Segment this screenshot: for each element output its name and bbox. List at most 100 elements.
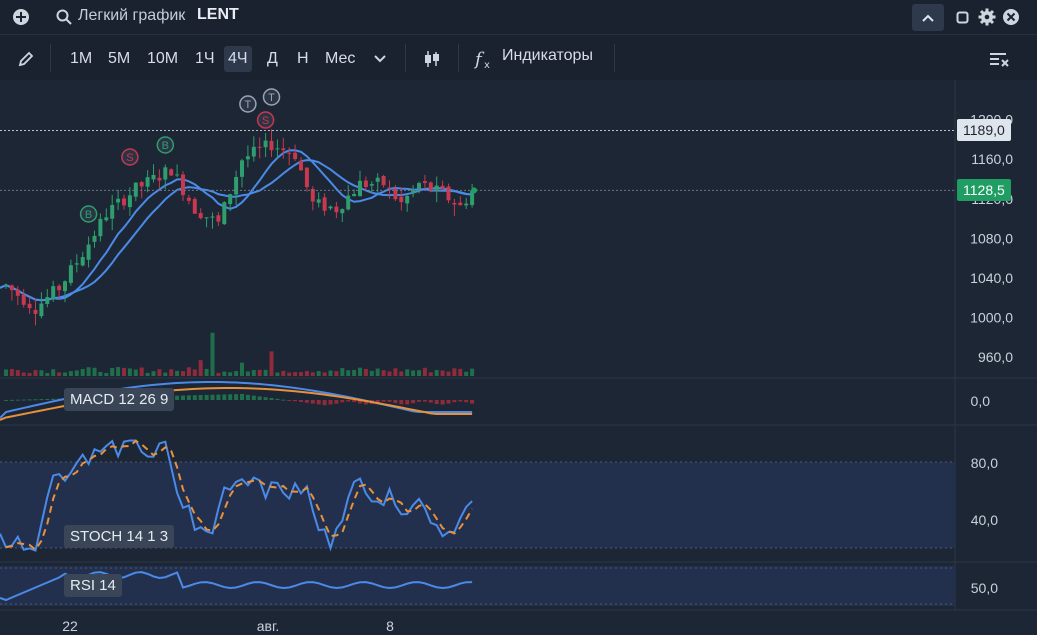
- volume-bar: [210, 332, 215, 376]
- candlestick-icon[interactable]: [420, 47, 444, 71]
- macd-histogram-bar: [322, 400, 327, 406]
- search-icon[interactable]: [54, 6, 74, 28]
- candle-body: [428, 182, 433, 191]
- toolbar-divider: [458, 44, 459, 72]
- timeframe-week[interactable]: Н: [293, 46, 313, 72]
- volume-bar: [74, 370, 79, 376]
- macd-axis-label: 0,0: [971, 393, 991, 409]
- gear-icon[interactable]: [976, 6, 998, 28]
- volume-bar: [204, 368, 209, 376]
- volume-bar: [458, 368, 463, 376]
- timeframe-month[interactable]: Мес: [321, 46, 359, 72]
- volume-bar: [116, 367, 121, 376]
- macd-histogram-bar: [310, 400, 315, 404]
- macd-histogram-bar: [405, 400, 410, 405]
- candle-body: [228, 194, 233, 205]
- volume-bar: [27, 372, 32, 376]
- search-input[interactable]: Легкий график: [78, 7, 185, 25]
- timeframe-1h[interactable]: 1Ч: [191, 46, 219, 72]
- volume-bar: [369, 370, 374, 376]
- candle-body: [399, 196, 404, 203]
- macd-histogram-bar: [299, 400, 303, 402]
- macd-histogram-bar: [334, 400, 339, 404]
- timeframe-day[interactable]: Д: [263, 46, 282, 72]
- candle-body: [257, 146, 262, 148]
- last-price-dot: [471, 187, 478, 194]
- macd-histogram-bar: [352, 400, 357, 403]
- volume-bar: [393, 368, 398, 376]
- macd-histogram-bar: [428, 400, 433, 403]
- timeframe-10m[interactable]: 10М: [143, 46, 182, 72]
- volume-bar: [192, 369, 197, 376]
- macd-histogram-bar: [464, 400, 469, 403]
- candle-body: [316, 199, 321, 203]
- volume-bar: [381, 370, 386, 376]
- clear-drawings-icon[interactable]: [986, 47, 1012, 71]
- time-axis-label: авг.: [257, 618, 280, 634]
- close-icon[interactable]: [1000, 6, 1022, 28]
- macd-histogram-bar: [269, 398, 274, 400]
- macd-histogram-bar: [440, 400, 445, 405]
- macd-histogram-bar: [434, 400, 439, 405]
- volume-bar: [434, 370, 439, 376]
- candle-body: [92, 235, 97, 242]
- price-chart[interactable]: SBBTTS 1200,01160,01120,01080,01040,0100…: [0, 80, 1037, 635]
- indicators-button[interactable]: Индикаторы: [502, 47, 593, 65]
- candle-body: [275, 148, 280, 150]
- macd-histogram-bar: [186, 395, 191, 400]
- candle-body: [358, 180, 362, 197]
- volume-bar: [470, 368, 475, 376]
- candle-body: [352, 193, 357, 197]
- volume-bar: [228, 372, 233, 376]
- stoch-axis-label: 80,0: [971, 455, 998, 471]
- macd-histogram-bar: [458, 400, 463, 402]
- candle-body: [299, 160, 303, 171]
- timeframe-4h[interactable]: 4Ч: [224, 46, 252, 72]
- volume-bar: [151, 371, 156, 376]
- candle-body: [151, 174, 156, 180]
- signal-label: S: [262, 115, 269, 127]
- toolbar-divider: [50, 44, 51, 72]
- collapse-button[interactable]: [912, 4, 944, 31]
- candle-body: [51, 286, 56, 300]
- candle-body: [375, 177, 380, 182]
- volume-bar: [181, 371, 185, 376]
- volume-bar: [399, 371, 404, 376]
- macd-histogram-bar: [304, 400, 309, 403]
- volume-bar: [363, 368, 368, 376]
- pencil-icon[interactable]: [14, 47, 38, 71]
- volume-bar: [234, 371, 239, 376]
- candle-body: [287, 152, 292, 154]
- volume-bar: [92, 367, 97, 376]
- macd-histogram-bar: [287, 400, 292, 401]
- candle-body: [192, 199, 197, 214]
- candle-body: [210, 216, 215, 218]
- price-axis-label: 1080,0: [970, 230, 1013, 246]
- candle-body: [33, 309, 38, 314]
- macd-histogram-bar: [387, 400, 392, 402]
- macd-pane-label[interactable]: MACD 12 26 9: [64, 388, 175, 411]
- ticker-symbol[interactable]: LENT: [197, 6, 239, 24]
- volume-bar: [127, 368, 132, 376]
- candle-body: [328, 206, 333, 209]
- candle-body: [127, 195, 132, 208]
- candle-body: [139, 182, 144, 187]
- macd-histogram-bar: [39, 399, 44, 401]
- macd-histogram-bar: [257, 396, 262, 400]
- volume-bar: [33, 370, 38, 376]
- indicators-icon[interactable]: fx: [472, 46, 498, 72]
- chevron-down-icon[interactable]: [370, 49, 390, 69]
- signal-label: S: [126, 152, 133, 164]
- rsi-pane-label[interactable]: RSI 14: [64, 574, 122, 597]
- volume-bar: [68, 371, 73, 376]
- volume-bar: [80, 368, 85, 376]
- add-icon[interactable]: [10, 6, 32, 28]
- volume-bar: [464, 371, 469, 376]
- timeframe-5m[interactable]: 5М: [104, 46, 134, 72]
- macd-histogram-bar: [234, 394, 239, 400]
- timeframe-1m[interactable]: 1М: [66, 46, 96, 72]
- window-icon[interactable]: [953, 7, 971, 27]
- macd-histogram-bar: [210, 394, 215, 400]
- stoch-pane-label[interactable]: STOCH 14 1 3: [64, 525, 175, 548]
- volume-bar: [98, 371, 103, 376]
